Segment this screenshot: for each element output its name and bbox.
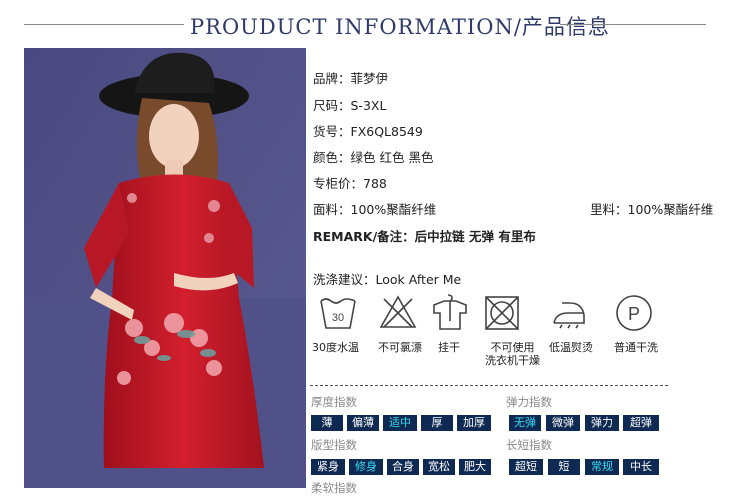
size-row: 尺码：S-3XL xyxy=(313,98,387,113)
length-option: 短 xyxy=(548,459,580,475)
fit-option: 合身 xyxy=(387,459,419,475)
care-label-wash: 30度水温 xyxy=(312,341,359,354)
page-title: PROUDUCT INFORMATION/产品信息 xyxy=(190,15,610,39)
elasticity-label: 弹力指数 xyxy=(506,395,552,409)
thickness-option: 加厚 xyxy=(457,415,491,431)
dry-clean-p-icon: P xyxy=(614,293,654,333)
header-line-right xyxy=(560,24,706,25)
length-label: 长短指数 xyxy=(506,438,552,452)
fabric-row: 面料：100%聚酯纤维 xyxy=(313,202,437,217)
elasticity-option: 微弹 xyxy=(546,415,580,431)
softness-label: 柔软指数 xyxy=(311,481,357,495)
length-option: 超短 xyxy=(509,459,543,475)
care-label-iron: 低温熨烫 xyxy=(549,341,593,354)
no-bleach-icon xyxy=(378,293,418,333)
care-label-tumble: 不可使用 洗衣机干燥 xyxy=(485,341,540,367)
fit-option: 紧身 xyxy=(311,459,345,475)
wash-30-icon: 30 xyxy=(318,293,358,333)
thickness-option: 薄 xyxy=(311,415,343,431)
sku-row: 货号：FX6QL8549 xyxy=(313,124,423,139)
care-title: 洗涤建议：Look After Me xyxy=(313,272,462,287)
length-option-selected: 常规 xyxy=(585,459,619,475)
price-row: 专柜价：788 xyxy=(313,176,387,191)
thickness-label: 厚度指数 xyxy=(311,395,357,409)
hang-dry-icon xyxy=(430,293,470,333)
svg-text:30: 30 xyxy=(332,312,344,324)
lining-row: 里料：100%聚酯纤维 xyxy=(590,202,714,217)
header-line-left xyxy=(24,24,184,25)
fit-label: 版型指数 xyxy=(311,438,357,452)
remark-row: REMARK/备注：后中拉链 无弹 有里布 xyxy=(313,229,536,244)
brand-row: 品牌：菲梦伊 xyxy=(313,71,389,86)
no-tumble-dry-icon xyxy=(482,293,522,333)
thickness-option: 偏薄 xyxy=(347,415,379,431)
elasticity-option: 超弹 xyxy=(623,415,659,431)
elasticity-option: 弹力 xyxy=(585,415,619,431)
color-row: 颜色：绿色 红色 黑色 xyxy=(313,150,434,165)
care-label-hang: 挂干 xyxy=(438,341,460,354)
thickness-option: 厚 xyxy=(421,415,453,431)
thickness-option-selected: 适中 xyxy=(383,415,417,431)
fit-option-selected: 修身 xyxy=(349,459,383,475)
svg-text:P: P xyxy=(628,304,640,324)
fit-option: 肥大 xyxy=(459,459,491,475)
care-label-dryclean: 普通干洗 xyxy=(614,341,658,354)
low-iron-icon xyxy=(548,293,588,333)
care-label-bleach: 不可氯漂 xyxy=(378,341,422,354)
elasticity-option-selected: 无弹 xyxy=(509,415,541,431)
divider xyxy=(310,385,668,386)
length-option: 中长 xyxy=(623,459,659,475)
product-photo xyxy=(24,48,306,488)
fit-option: 宽松 xyxy=(423,459,455,475)
